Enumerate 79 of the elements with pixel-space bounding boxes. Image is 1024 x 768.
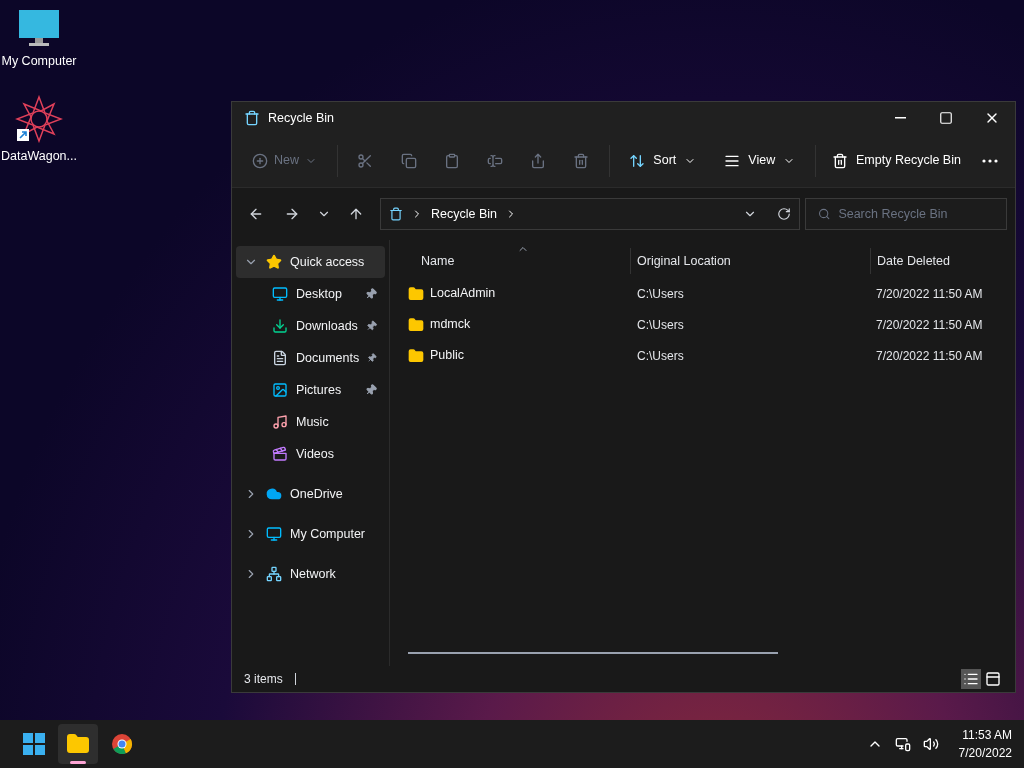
sidebar-item[interactable]: Pictures	[236, 374, 385, 406]
table-cell-text: 7/20/2022 11:50 AM	[875, 347, 984, 365]
browser-logo-icon	[111, 733, 133, 755]
star-burst-icon[interactable]	[15, 94, 63, 143]
plus-circle-icon	[252, 152, 268, 169]
breadcrumb-item[interactable]: Recycle Bin	[431, 204, 497, 224]
windows-logo-icon	[23, 733, 45, 755]
maximize-icon	[939, 111, 953, 125]
file-explorer-button[interactable]	[58, 724, 98, 764]
file-name[interactable]: LocalAdmin	[430, 284, 496, 303]
document-icon	[272, 350, 288, 366]
address-bar[interactable]: Recycle Bin	[380, 198, 800, 230]
recycle-bin-icon	[244, 110, 260, 126]
video-icon	[272, 446, 288, 462]
clock-time[interactable]: 11:53 AM	[962, 726, 1012, 744]
refresh-icon[interactable]	[777, 207, 791, 221]
desktop-icon-label[interactable]: DataWagon...	[1, 146, 77, 166]
music-note-icon	[272, 414, 288, 430]
network-status-icon[interactable]	[894, 736, 911, 752]
clipboard-icon	[443, 152, 460, 169]
window-title: Recycle Bin	[268, 109, 335, 127]
table-cell-text: C:\Users	[636, 316, 685, 334]
picture-icon	[272, 382, 288, 398]
tiles-icon	[985, 671, 1001, 687]
download-icon	[272, 318, 288, 334]
more-icon	[982, 158, 998, 163]
empty-recycle-bin-button[interactable]: Empty Recycle Bin	[824, 144, 969, 177]
file-name[interactable]: Public	[430, 346, 465, 365]
monitor-icon	[266, 526, 282, 542]
view-button[interactable]: View	[712, 144, 808, 177]
rename-icon	[486, 152, 503, 169]
sidebar-item[interactable]: Videos	[236, 438, 385, 470]
sidebar-item[interactable]: Quick access	[236, 246, 385, 278]
list-icon	[963, 671, 979, 687]
table-cell-text: C:\Users	[636, 347, 685, 365]
sort-button[interactable]: Sort	[617, 144, 709, 177]
sort-arrows-icon	[629, 152, 646, 169]
trash-icon	[832, 152, 848, 169]
sidebar-item[interactable]: Network	[236, 558, 385, 590]
network-icon	[266, 566, 282, 582]
table-cell-text: 7/20/2022 11:50 AM	[875, 316, 984, 334]
sidebar-item[interactable]: OneDrive	[236, 478, 385, 510]
volume-icon[interactable]	[922, 736, 939, 752]
table-cell-text: C:\Users	[636, 285, 685, 303]
search-input[interactable]: Search Recycle Bin	[838, 204, 994, 224]
search-field[interactable]: Search Recycle Bin	[805, 198, 1007, 230]
folder-icon	[408, 285, 424, 302]
trash-icon	[572, 152, 589, 169]
sidebar-item[interactable]: Downloads	[236, 310, 385, 342]
column-header[interactable]: Date Deleted	[870, 248, 1015, 274]
back-arrow-icon	[248, 206, 264, 222]
forward-arrow-icon	[284, 206, 300, 222]
copy-icon	[400, 152, 417, 169]
minimize-icon	[894, 117, 906, 119]
monitor-icon[interactable]	[17, 8, 61, 48]
sidebar-item[interactable]: Desktop	[236, 278, 385, 310]
desktop-icon-label[interactable]: My Computer	[1, 52, 77, 71]
file-name[interactable]: mdmck	[430, 315, 471, 334]
table-cell-text: 7/20/2022 11:50 AM	[875, 285, 984, 303]
share-icon	[529, 152, 546, 169]
cloud-icon	[266, 486, 282, 502]
star-icon	[266, 254, 282, 270]
folder-icon	[408, 347, 424, 364]
horizontal-scrollbar[interactable]	[408, 652, 778, 654]
column-header[interactable]: Name	[390, 248, 630, 274]
column-header[interactable]: Original Location	[630, 248, 870, 274]
sidebar-item[interactable]: My Computer	[236, 518, 385, 550]
details-view-button[interactable]	[961, 669, 981, 689]
folder-icon	[66, 732, 90, 756]
sidebar-item[interactable]: Music	[236, 406, 385, 438]
monitor-icon	[272, 286, 288, 302]
scissors-icon	[357, 152, 374, 169]
folder-icon	[408, 316, 424, 333]
clock-date[interactable]: 7/20/2022	[958, 744, 1012, 762]
item-count: 3 items	[244, 671, 283, 688]
search-icon	[818, 207, 831, 221]
tiles-view-button[interactable]	[983, 669, 1003, 689]
sidebar-item[interactable]: Documents	[236, 342, 385, 374]
recycle-bin-icon	[389, 207, 403, 221]
